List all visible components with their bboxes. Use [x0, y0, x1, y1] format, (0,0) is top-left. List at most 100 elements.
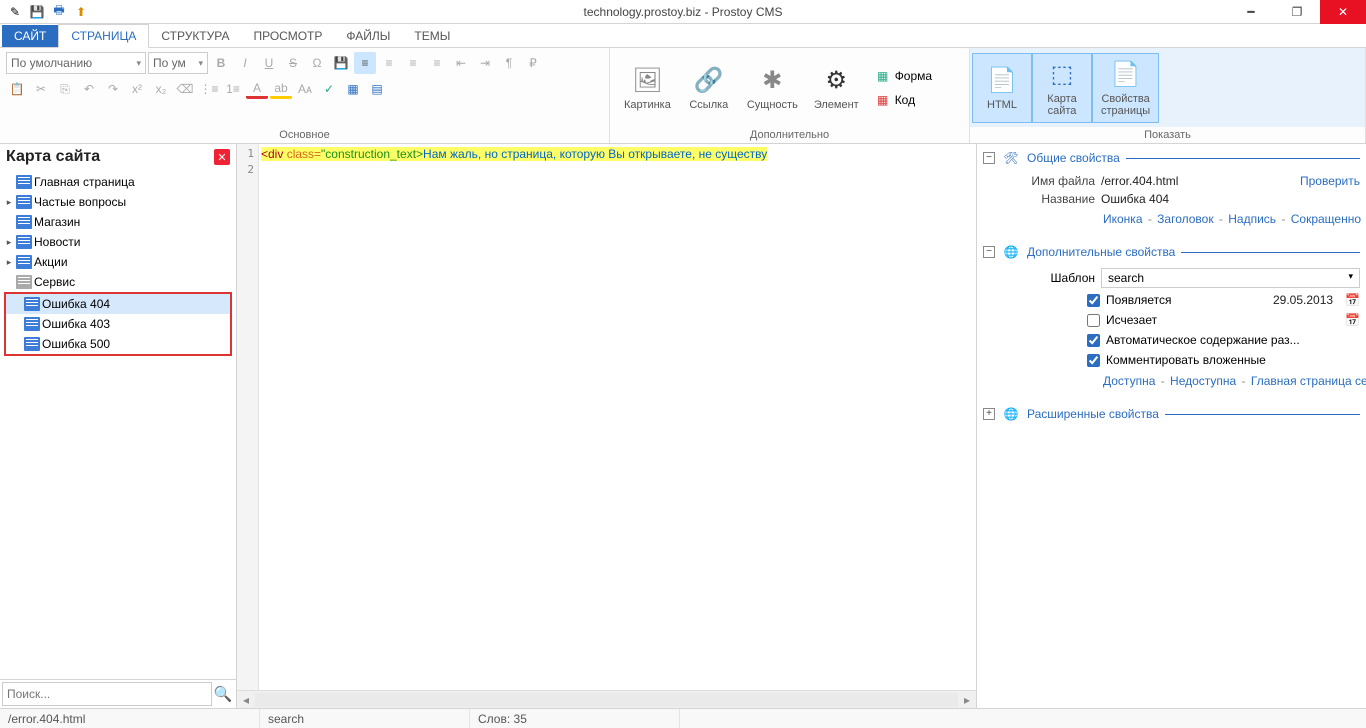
horizontal-scrollbar[interactable]: ◂ ▸ [237, 690, 976, 708]
save-disk-icon[interactable]: 💾 [330, 52, 352, 74]
sitemap-tree: Главная страница▸Частые вопросыМагазин▸Н… [0, 170, 236, 679]
sidebar-item[interactable]: ▸Акции [0, 252, 236, 272]
appears-checkbox[interactable] [1087, 294, 1100, 307]
align-justify-icon[interactable]: ≡ [426, 52, 448, 74]
entity-icon: ✱ [756, 65, 788, 97]
advanced-props-header[interactable]: + 🌐 Расширенные свойства [983, 404, 1360, 424]
font-color-icon[interactable]: A [246, 80, 268, 99]
sitemap-button[interactable]: ⬚Карта сайта [1032, 53, 1092, 123]
properties-icon: 📄 [1110, 59, 1142, 91]
code-editor[interactable]: 12 <div class="construction_text>Нам жал… [237, 144, 976, 708]
search-input[interactable] [2, 682, 212, 706]
pageprops-button[interactable]: 📄Свойства страницы [1092, 53, 1159, 123]
sidebar-item[interactable]: Магазин [0, 212, 236, 232]
filename-value[interactable]: /error.404.html [1101, 174, 1178, 188]
scroll-right-icon[interactable]: ▸ [958, 693, 976, 707]
property-link[interactable]: Доступна [1103, 374, 1155, 388]
superscript-icon[interactable]: x² [126, 78, 148, 100]
paste-icon[interactable]: 📋 [6, 78, 28, 100]
element-button[interactable]: ⚙Элемент [806, 53, 867, 123]
template-label: Шаблон [1039, 271, 1095, 285]
ribbon-tabs: САЙТ СТРАНИЦА СТРУКТУРА ПРОСМОТР ФАЙЛЫ Т… [0, 24, 1366, 48]
tab-themes[interactable]: ТЕМЫ [402, 25, 462, 47]
minimize-button[interactable]: ━ [1228, 0, 1274, 24]
comment-nested-checkbox[interactable] [1087, 354, 1100, 367]
indent-inc-icon[interactable]: ⇥ [474, 52, 496, 74]
indent-dec-icon[interactable]: ⇤ [450, 52, 472, 74]
property-link[interactable]: Заголовок [1157, 212, 1213, 226]
property-link[interactable]: Недоступна [1170, 374, 1236, 388]
calendar-icon[interactable]: 📅 [1345, 313, 1360, 327]
align-right-icon[interactable]: ≡ [402, 52, 424, 74]
link-button[interactable]: 🔗Ссылка [679, 53, 739, 123]
align-left-icon[interactable]: ≡ [354, 52, 376, 74]
undo-icon[interactable]: ↶ [78, 78, 100, 100]
pilcrow-icon[interactable]: ¶ [498, 52, 520, 74]
close-button[interactable]: ✕ [1320, 0, 1366, 24]
tab-structure[interactable]: СТРУКТУРА [149, 25, 241, 47]
property-link[interactable]: Иконка [1103, 212, 1143, 226]
name-value[interactable]: Ошибка 404 [1101, 192, 1169, 206]
tab-file[interactable]: САЙТ [2, 25, 58, 47]
disappears-checkbox[interactable] [1087, 314, 1100, 327]
template-select[interactable]: search▾ [1101, 268, 1360, 288]
style-combo[interactable]: По умолчанию▾ [6, 52, 146, 74]
sidebar-close-icon[interactable]: ✕ [214, 149, 230, 165]
strike-icon[interactable]: S [282, 52, 304, 74]
sidebar-item[interactable]: ▸Частые вопросы [0, 192, 236, 212]
picture-button[interactable]: 🖼Картинка [616, 53, 679, 123]
calendar-icon[interactable]: 📅 [1345, 293, 1360, 307]
italic-icon[interactable]: I [234, 52, 256, 74]
ruble-icon[interactable]: ₽ [522, 52, 544, 74]
html-button[interactable]: 📄HTML [972, 53, 1032, 123]
ollist-icon[interactable]: 1≡ [222, 78, 244, 100]
expand-icon[interactable]: + [983, 408, 995, 420]
sidebar-item[interactable]: Сервис [0, 272, 236, 292]
maximize-button[interactable]: ❐ [1274, 0, 1320, 24]
search-icon[interactable]: 🔍 [212, 685, 234, 703]
check-link[interactable]: Проверить [1300, 174, 1360, 188]
spellcheck-icon[interactable]: ✓ [318, 78, 340, 100]
general-props-header[interactable]: − 🛠 Общие свойства [983, 148, 1360, 168]
code-button[interactable]: ▦Код [871, 89, 936, 111]
bold-icon[interactable]: B [210, 52, 232, 74]
scroll-left-icon[interactable]: ◂ [237, 693, 255, 707]
align-center-icon[interactable]: ≡ [378, 52, 400, 74]
font-combo[interactable]: По ум▾ [148, 52, 208, 74]
copy-icon[interactable]: ⎘ [54, 78, 76, 100]
tab-files[interactable]: ФАЙЛЫ [334, 25, 402, 47]
code-content[interactable]: <div class="construction_text>Нам жаль, … [259, 144, 976, 690]
extra-props-header[interactable]: − 🌐 Дополнительные свойства [983, 242, 1360, 262]
subscript-icon[interactable]: x₂ [150, 78, 172, 100]
grid-icon[interactable]: ▤ [366, 78, 388, 100]
table-icon[interactable]: ▦ [342, 78, 364, 100]
form-button[interactable]: ▦Форма [871, 65, 936, 87]
print-icon[interactable]: 🖶 [50, 3, 68, 21]
autocontent-checkbox[interactable] [1087, 334, 1100, 347]
save-icon[interactable]: 💾 [28, 3, 46, 21]
clear-format-icon[interactable]: ⌫ [174, 78, 196, 100]
property-link[interactable]: Надпись [1228, 212, 1276, 226]
omega-icon[interactable]: Ω [306, 52, 328, 74]
collapse-icon[interactable]: − [983, 246, 995, 258]
sidebar-item-error[interactable]: Ошибка 404 [6, 294, 230, 314]
font-size-icon[interactable]: Aᴀ [294, 78, 316, 100]
sidebar-item-error[interactable]: Ошибка 500 [6, 334, 230, 354]
highlight-icon[interactable]: ab [270, 80, 292, 99]
tools-section-icon: 🛠 [1001, 148, 1021, 168]
property-link[interactable]: Сокращенно [1291, 212, 1361, 226]
cut-icon[interactable]: ✂ [30, 78, 52, 100]
collapse-icon[interactable]: − [983, 152, 995, 164]
sidebar-item[interactable]: ▸Новости [0, 232, 236, 252]
ullist-icon[interactable]: ⋮≡ [198, 78, 220, 100]
tab-page[interactable]: СТРАНИЦА [58, 24, 149, 48]
sidebar-item-error[interactable]: Ошибка 403 [6, 314, 230, 334]
underline-icon[interactable]: U [258, 52, 280, 74]
sidebar-item[interactable]: Главная страница [0, 172, 236, 192]
appears-date[interactable]: 29.05.2013 [1273, 293, 1333, 307]
redo-icon[interactable]: ↷ [102, 78, 124, 100]
tab-preview[interactable]: ПРОСМОТР [241, 25, 334, 47]
tools-icon[interactable]: ⬆ [72, 3, 90, 21]
property-link[interactable]: Главная страница серии [1251, 374, 1366, 388]
entity-button[interactable]: ✱Сущность [739, 53, 806, 123]
